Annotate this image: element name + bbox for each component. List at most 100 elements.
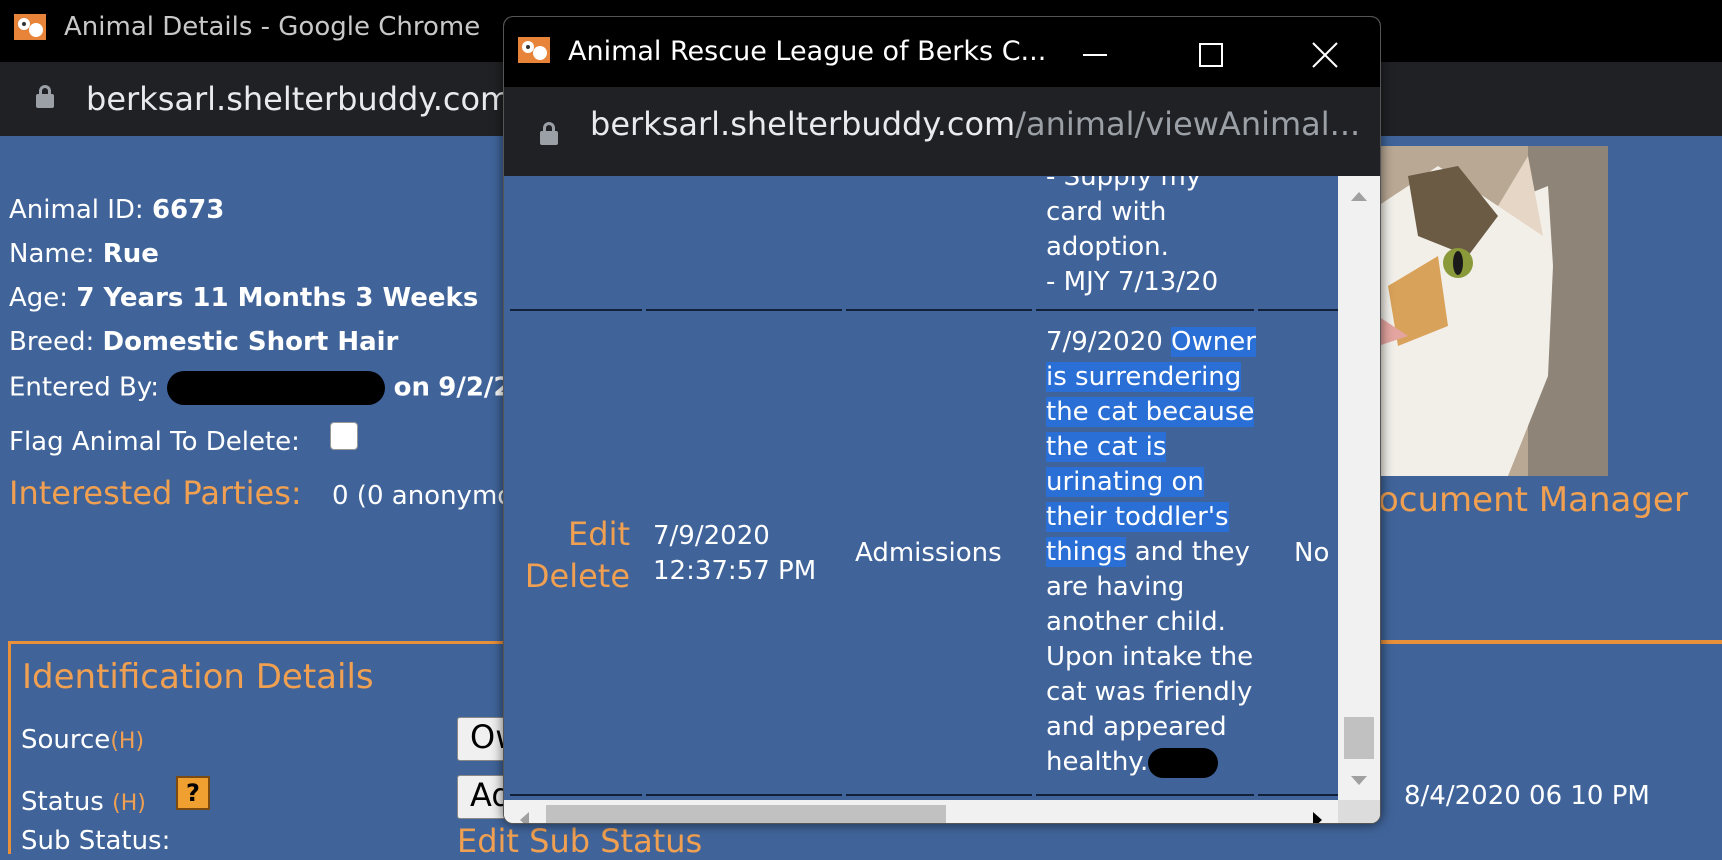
question-mark-icon[interactable]: ? (176, 776, 210, 810)
row-divider (646, 309, 842, 311)
interested-parties-label[interactable]: Interested Parties: (9, 474, 302, 512)
animal-breed-row: Breed: Domestic Short Hair (9, 327, 398, 357)
vertical-scroll-thumb[interactable] (1344, 717, 1374, 759)
animal-photo[interactable] (1378, 146, 1608, 476)
row-divider (1036, 794, 1254, 796)
popup-url-host: berksarl.shelterbuddy.com (590, 105, 1016, 143)
row-divider (510, 309, 642, 311)
memo-text-cell: 7/9/2020 Owner is surrendering the cat b… (1046, 325, 1256, 780)
edit-sub-status-link[interactable]: Edit Sub Status (457, 822, 702, 860)
memo-actions: Edit Delete (518, 513, 630, 597)
entered-by-row: Entered By: on 9/2/2 (9, 371, 512, 405)
memo-text: cat was friendly (1046, 677, 1253, 707)
status-label: Status (21, 787, 104, 817)
source-row: Source(H) (21, 725, 144, 755)
shelterbuddy-favicon-icon (518, 37, 550, 63)
animal-breed-label: Breed: (9, 327, 95, 357)
horizontal-scrollbar[interactable] (504, 800, 1338, 824)
animal-age-row: Age: 7 Years 11 Months 3 Weeks (9, 283, 478, 313)
previous-memo-cell: - Supply my card with adoption. - MJY 7/… (1046, 176, 1218, 300)
interested-parties-value: 0 (0 anonymo (332, 481, 514, 511)
memo-date: 7/9/2020 (653, 521, 770, 551)
scroll-up-arrow-icon[interactable] (1349, 190, 1369, 202)
row-divider (646, 794, 842, 796)
animal-age-label: Age: (9, 283, 69, 313)
row-divider (1258, 309, 1338, 311)
status-row: Status (H) (21, 787, 146, 817)
memo-text: Upon intake the (1046, 642, 1254, 672)
memo-text-selected: their toddler's (1046, 502, 1229, 532)
document-manager-link[interactable]: ocument Manager (1378, 480, 1688, 520)
memo-text-selected: Owner (1171, 327, 1256, 357)
scroll-right-arrow-icon[interactable] (1312, 810, 1324, 824)
animal-name-label: Name: (9, 239, 95, 269)
memo-text-selected: the cat because (1046, 397, 1255, 427)
row-divider (510, 794, 642, 796)
animal-id-value: 6673 (151, 195, 225, 225)
section-divider (1370, 640, 1722, 643)
status-date-value: 8/4/2020 06 10 PM (1404, 781, 1650, 811)
edit-memo-link[interactable]: Edit (518, 513, 630, 555)
popup-url-path: /animal/viewAnimal... (1015, 105, 1361, 143)
scroll-left-arrow-icon[interactable] (518, 810, 530, 824)
shelterbuddy-favicon-icon (14, 14, 46, 40)
animal-breed-value: Domestic Short Hair (102, 327, 399, 357)
delete-memo-link[interactable]: Delete (518, 555, 630, 597)
row-divider (846, 794, 1032, 796)
entered-by-on: on (393, 372, 430, 403)
memo-date-cell: 7/9/2020 12:37:57 PM (653, 519, 816, 589)
lock-icon (36, 85, 54, 108)
memo-text: 7/9/2020 (1046, 327, 1172, 357)
memo-line: - MJY 7/13/20 (1046, 267, 1219, 297)
background-url-host[interactable]: berksarl.shelterbuddy.com/ (86, 80, 522, 118)
scrollbar-corner (1338, 800, 1380, 823)
source-help-link[interactable]: (H) (110, 729, 144, 754)
memo-text-selected: things (1046, 537, 1127, 567)
cat-photo-image (1378, 146, 1608, 476)
entered-by-label: Entered By: (9, 372, 160, 403)
memo-text: and appeared (1046, 712, 1227, 742)
flag-animal-label: Flag Animal To Delete: (9, 427, 300, 457)
redacted-name (167, 371, 386, 405)
memo-text: another child. (1046, 607, 1226, 637)
animal-name-row: Name: Rue (9, 239, 159, 269)
memo-text: healthy. (1046, 747, 1149, 777)
flag-animal-checkbox[interactable] (330, 422, 358, 450)
close-icon[interactable] (1311, 41, 1339, 69)
lock-icon (540, 122, 558, 145)
status-help-link[interactable]: (H) (112, 791, 146, 816)
popup-url[interactable]: berksarl.shelterbuddy.com/animal/viewAni… (590, 105, 1360, 143)
memo-table: - Supply my card with adoption. - MJY 7/… (504, 176, 1338, 800)
row-divider (1258, 794, 1338, 796)
memo-line: card with (1046, 197, 1167, 227)
maximize-icon[interactable] (1197, 41, 1225, 69)
animal-id-label: Animal ID: (9, 195, 144, 225)
vertical-scrollbar[interactable] (1338, 176, 1380, 800)
source-label: Source (21, 725, 111, 755)
popup-window[interactable]: Animal Rescue League of Berks C... berks… (503, 16, 1381, 824)
memo-flag-value: No (1294, 538, 1330, 568)
background-window-title: Animal Details - Google Chrome (64, 12, 481, 42)
popup-title: Animal Rescue League of Berks C... (568, 36, 1047, 67)
animal-age-value: 7 Years 11 Months 3 Weeks (76, 283, 479, 313)
memo-text-selected: urinating on (1046, 467, 1204, 497)
memo-text-selected: is surrendering (1046, 362, 1242, 392)
memo-text-selected: the cat is (1046, 432, 1167, 462)
memo-text: and they (1126, 537, 1250, 567)
animal-name-value: Rue (102, 239, 159, 269)
animal-id-row: Animal ID: 6673 (9, 195, 224, 225)
identification-details-title: Identification Details (22, 657, 374, 697)
redacted-initials (1148, 747, 1219, 778)
memo-line: - Supply my (1046, 176, 1202, 192)
memo-line: adoption. (1046, 232, 1169, 262)
row-divider (1036, 309, 1254, 311)
memo-text: are having (1046, 572, 1185, 602)
memo-time: 12:37:57 PM (653, 556, 817, 586)
entered-by-date: 9/2/2 (438, 372, 512, 403)
horizontal-scroll-thumb[interactable] (546, 805, 946, 823)
row-divider (846, 309, 1032, 311)
minimize-icon[interactable] (1081, 41, 1109, 69)
memo-category: Admissions (855, 538, 1002, 568)
sub-status-label: Sub Status: (21, 826, 171, 856)
scroll-down-arrow-icon[interactable] (1349, 775, 1369, 787)
